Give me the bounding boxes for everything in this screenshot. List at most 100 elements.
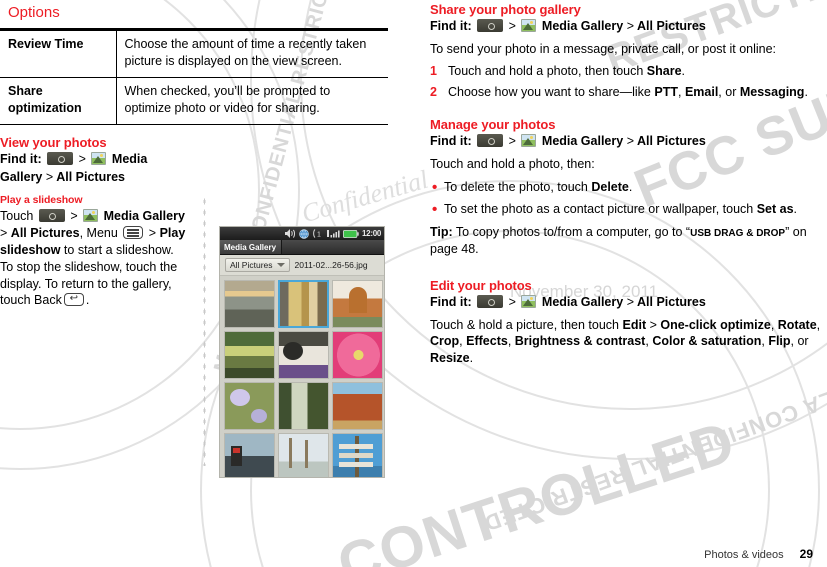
edit-emphasis: Resize [430, 351, 470, 366]
path-separator: > [70, 209, 78, 223]
speaker-icon [285, 229, 296, 238]
media-gallery-icon [91, 152, 107, 165]
tip-text: To copy photos to/from a computer, go to… [452, 225, 691, 240]
status-bar-clock: 12:00 [362, 229, 381, 238]
share-steps: Touch and hold a photo, then touch Share… [430, 63, 827, 101]
right-column: Share your photo gallery Find it: > Medi… [430, 0, 827, 373]
edit-emphasis: One-click optimize [660, 317, 771, 332]
current-filename: 2011-02...26-56.jpg [294, 260, 368, 270]
phone-status-bar: 1 12:00 [220, 227, 384, 240]
cross-reference-link[interactable]: USB drag & drop [690, 228, 785, 239]
photo-thumbnail-pink-flower[interactable] [332, 331, 383, 379]
home-key-icon [477, 19, 504, 32]
manage-section: Manage your photos Find it: > Media Gall… [430, 109, 827, 258]
manage-heading: Manage your photos [430, 117, 556, 133]
edit-heading: Edit your photos [430, 278, 532, 293]
all-pictures-dropdown[interactable]: All Pictures [225, 258, 290, 272]
signal-bars-icon [327, 230, 340, 238]
view-photos-section: View your photos Find it: > Media Galler… [0, 125, 200, 309]
share-section: Share your photo gallery Find it: > Medi… [430, 0, 827, 101]
findit-target: All Pictures [637, 134, 706, 149]
findit-label: Find it: [430, 295, 472, 309]
svg-text:1: 1 [317, 232, 321, 239]
edit-emphasis: Flip [768, 334, 791, 349]
manage-bullets: To delete the photo, touch Delete. To se… [430, 178, 827, 221]
photo-thumbnail-dog[interactable] [278, 331, 329, 379]
menu-key-icon [123, 225, 144, 239]
list-item: Choose how you want to share—like PTT, E… [430, 84, 827, 101]
manage-findit: Find it: > Media Gallery > All Pictures [430, 133, 827, 151]
manage-tip: Tip: To copy photos to/from a computer, … [430, 224, 827, 258]
edit-emphasis: Rotate [777, 317, 817, 332]
manage-intro: Touch and hold a photo, then: [430, 156, 595, 171]
home-key-icon [38, 209, 65, 222]
path-separator: > [508, 134, 516, 149]
table-row: Review Time Choose the amount of time a … [0, 31, 388, 78]
path-separator: > [626, 134, 634, 149]
edit-emphasis: Brightness & contrast [514, 334, 646, 349]
path-separator: > [626, 295, 634, 309]
bullet-text: . [793, 202, 798, 217]
edit-text: > [646, 317, 661, 332]
battery-icon [343, 229, 359, 238]
bullet-emphasis: Set as [756, 202, 794, 217]
findit-label: Find it: [0, 152, 42, 166]
share-heading: Share your photo gallery [430, 2, 581, 17]
photo-thumbnail-tall-ship[interactable] [278, 433, 329, 477]
view-photos-heading: View your photos [0, 135, 107, 150]
globe-icon [299, 228, 309, 239]
step-text: Choose how you want to share—like [448, 85, 655, 100]
step-text: , or [718, 85, 740, 100]
tip-label: Tip: [430, 225, 453, 240]
media-gallery-icon [521, 134, 537, 148]
edit-body: Touch & hold a picture, then touch Edit … [430, 317, 827, 368]
findit-app: Media Gallery [541, 19, 624, 33]
home-key-icon [47, 152, 74, 165]
media-gallery-tab[interactable]: Media Gallery [220, 240, 283, 254]
options-table: Options Review Time Choose the amount of… [0, 0, 388, 125]
option-description: Choose the amount of time a recently tak… [116, 31, 388, 78]
bullet-text: . [628, 179, 633, 194]
footer-chapter: Photos & videos [704, 549, 784, 561]
share-findit: Find it: > Media Gallery > All Pictures [430, 18, 827, 36]
bullet-emphasis: Delete [591, 179, 629, 194]
chevron-down-icon [276, 263, 285, 267]
option-description: When checked, you’ll be prompted to opti… [116, 77, 388, 125]
edit-text: , [816, 317, 821, 332]
period: . [85, 293, 90, 308]
photo-thumbnail-violet-flowers[interactable] [224, 382, 275, 430]
photo-thumbnail-street-scene[interactable] [278, 280, 329, 328]
photo-thumbnail-beach-sunset[interactable] [224, 280, 275, 328]
path-separator: > [0, 225, 8, 240]
photo-thumbnail-stream[interactable] [278, 382, 329, 430]
findit-target: All Pictures [56, 169, 125, 184]
findit-label: Find it: [430, 19, 472, 33]
slideshow-touch-word: Touch [0, 209, 34, 223]
edit-emphasis: Effects [466, 334, 508, 349]
option-name: Review Time [0, 31, 117, 78]
edit-text: Touch & hold a picture, then touch [430, 317, 623, 332]
path-separator: > [148, 225, 157, 240]
home-key-icon [477, 295, 504, 308]
list-item: To set the photo as a contact picture or… [430, 200, 827, 220]
photo-thumbnail-red-canyon[interactable] [332, 382, 383, 430]
options-table-caption: Options [0, 0, 388, 31]
list-item: Touch and hold a photo, then touch Share… [430, 63, 827, 80]
slideshow-menu-word: Menu [86, 225, 118, 240]
photo-thumbnail-cathedral[interactable] [332, 280, 383, 328]
photo-thumbnail-harbor[interactable] [224, 433, 275, 477]
page-footer: Photos & videos 29 [0, 547, 827, 561]
photo-thumbnail-signpost[interactable] [332, 433, 383, 477]
bullet-text: To set the photo as a contact picture or… [444, 202, 757, 217]
share-intro: To send your photo in a message, private… [430, 41, 777, 56]
home-key-icon [477, 134, 504, 148]
step-emphasis: PTT [654, 85, 678, 100]
step-text: . [804, 85, 808, 100]
photo-thumbnail-green-field[interactable] [224, 331, 275, 379]
findit-app: Media Gallery [541, 134, 624, 149]
edit-emphasis: Edit [622, 317, 647, 332]
bullet-text: To delete the photo, touch [444, 179, 592, 194]
back-key-icon: ↩ [63, 293, 84, 307]
media-gallery-icon [521, 19, 537, 32]
phone-title-bar: Media Gallery [220, 240, 384, 255]
